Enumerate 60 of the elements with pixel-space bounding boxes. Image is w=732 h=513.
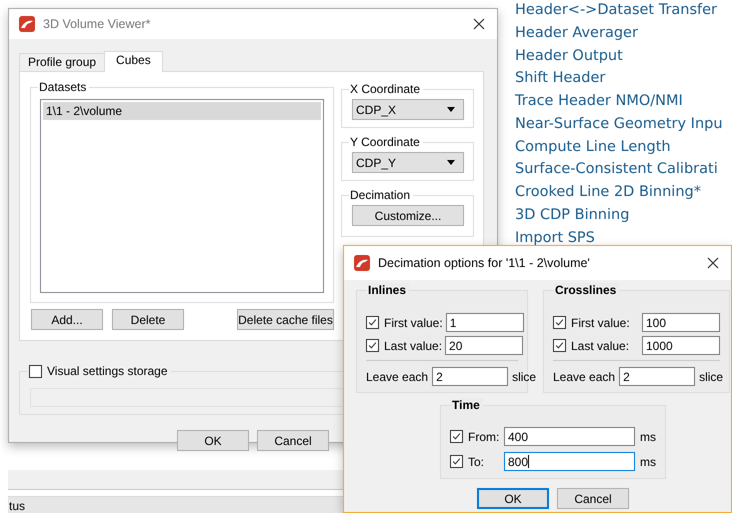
checkbox-label: Last value: bbox=[384, 338, 444, 352]
dropdown[interactable]: CDP_X bbox=[352, 99, 464, 120]
unit-label: slice bbox=[699, 370, 724, 384]
dropdown-arrow-icon bbox=[447, 160, 455, 165]
checkbox-label: From: bbox=[468, 430, 500, 444]
checkbox[interactable] bbox=[553, 316, 566, 329]
app-logo-icon bbox=[354, 255, 370, 271]
window-title: 3D Volume Viewer* bbox=[43, 17, 152, 31]
tool-link[interactable]: Crooked Line 2D Binning* bbox=[515, 181, 723, 204]
input-field[interactable]: 100 bbox=[642, 313, 720, 332]
tool-link[interactable]: Shift Header bbox=[515, 67, 723, 90]
tool-link[interactable]: Header Output bbox=[515, 44, 723, 68]
checkbox-label: To: bbox=[468, 454, 486, 468]
tool-link[interactable]: Header Averager bbox=[515, 22, 723, 44]
close-icon[interactable] bbox=[707, 257, 719, 269]
window-title: Decimation options for '1\1 - 2\volume' bbox=[378, 256, 591, 270]
field-label: Leave each bbox=[366, 370, 428, 384]
dropdown[interactable]: CDP_Y bbox=[352, 152, 464, 173]
tool-link[interactable]: Header<->Dataset Transfer bbox=[515, 0, 723, 22]
input-field[interactable]: 2 bbox=[619, 367, 696, 386]
checkbox-label: First value: bbox=[384, 316, 444, 330]
app-logo-icon bbox=[19, 16, 35, 32]
dialog-button[interactable]: OK bbox=[477, 488, 549, 509]
unit-label: ms bbox=[640, 430, 656, 444]
checkbox[interactable] bbox=[450, 455, 463, 468]
action-button[interactable]: Delete bbox=[112, 309, 184, 330]
input-field[interactable]: 800 bbox=[504, 452, 635, 471]
checkbox[interactable] bbox=[29, 364, 42, 378]
tab[interactable]: Cubes bbox=[104, 51, 163, 72]
tool-link[interactable]: Trace Header NMO/NMI bbox=[515, 90, 723, 113]
tool-link[interactable]: 3D CDP Binning bbox=[515, 204, 723, 226]
tool-link[interactable]: Import SPS bbox=[515, 226, 723, 250]
checkbox[interactable] bbox=[366, 316, 379, 329]
input-field[interactable]: 1000 bbox=[642, 336, 720, 355]
checkbox[interactable] bbox=[553, 339, 566, 352]
tool-link[interactable]: Compute Line Length bbox=[515, 136, 723, 158]
close-icon[interactable] bbox=[473, 18, 485, 30]
dialog-button[interactable]: Cancel bbox=[257, 430, 329, 451]
tool-link[interactable]: Near-Surface Geometry Inpu bbox=[515, 112, 723, 136]
unit-label: ms bbox=[640, 454, 656, 468]
tool-link[interactable]: Surface-Consistent Calibrati bbox=[515, 158, 723, 181]
input-field[interactable]: 20 bbox=[445, 336, 524, 355]
checkbox-label: First value: bbox=[571, 316, 631, 330]
dropdown-arrow-icon bbox=[447, 107, 455, 112]
input-field[interactable]: 2 bbox=[432, 367, 508, 386]
checkbox-label: Last value: bbox=[571, 338, 630, 352]
action-button[interactable]: Delete cache files bbox=[237, 309, 334, 330]
dialog-button[interactable]: Cancel bbox=[557, 488, 629, 509]
field-label: Leave each bbox=[553, 370, 616, 384]
tab[interactable]: Profile group bbox=[19, 53, 106, 71]
checkbox[interactable] bbox=[450, 430, 463, 443]
action-button[interactable]: Add... bbox=[31, 309, 103, 330]
input-field[interactable]: 1 bbox=[446, 313, 524, 332]
dialog-button[interactable]: OK bbox=[177, 430, 249, 451]
checkbox[interactable] bbox=[366, 339, 379, 352]
status-bar: tus bbox=[8, 496, 343, 513]
customize-button[interactable]: Customize... bbox=[352, 205, 464, 226]
unit-label: slice bbox=[512, 370, 536, 384]
list-item[interactable]: 1\1 - 2\volume bbox=[43, 102, 321, 120]
input-field[interactable]: 400 bbox=[504, 427, 635, 446]
